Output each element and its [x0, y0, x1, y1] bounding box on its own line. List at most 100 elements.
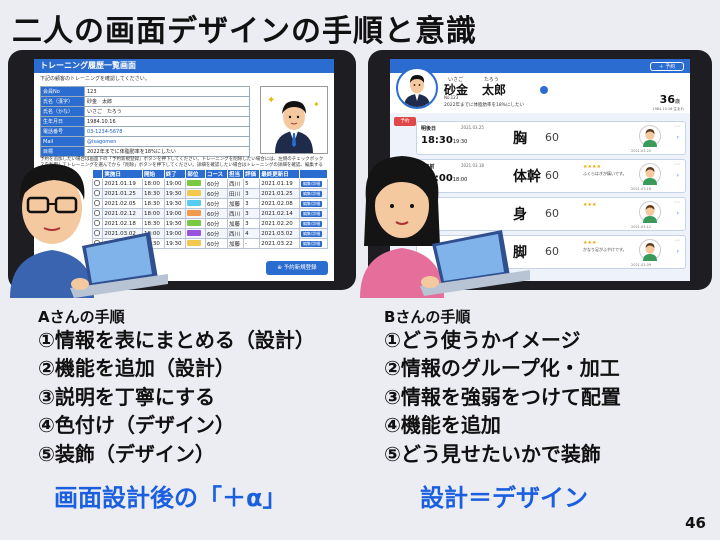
cell-updated: 2021.01.19: [259, 178, 300, 189]
cell-staff: 西川: [227, 228, 245, 239]
more-icon[interactable]: ⋯: [674, 237, 680, 244]
step-a-5: ⑤装飾（デザイン）: [38, 441, 215, 466]
more-icon[interactable]: ⋯: [674, 123, 680, 130]
cell-score: 5: [243, 178, 261, 189]
card-feedback-date: 2021.03.22: [631, 149, 652, 153]
profile-header: ＋ 予約 いさご たろう 砂金 太郎 No.123 2022年までに体脂肪率を1…: [390, 59, 690, 113]
part-color-tag: [187, 230, 202, 237]
card-minutes: 60: [545, 169, 559, 182]
cell-score: 3: [243, 208, 261, 219]
step-b-1: ①どう使うかイメージ: [384, 328, 581, 352]
card-stars: ★★★: [583, 202, 597, 208]
card-minutes: 60: [545, 131, 559, 144]
cell-part: [185, 178, 206, 189]
profile-avatar: [396, 67, 438, 109]
chevron-right-icon[interactable]: ›: [677, 134, 679, 141]
step-a-1: ①情報を表にまとめる（設計）: [38, 328, 315, 352]
edit-detail-button[interactable]: 編集/詳細: [300, 210, 323, 217]
info-key: 氏名（漢字）: [40, 96, 85, 107]
cell-course: 60分: [204, 218, 229, 229]
more-icon[interactable]: ⋯: [674, 161, 680, 168]
cell-course: 60分: [204, 208, 229, 219]
card-minutes: 60: [545, 245, 559, 258]
cell-course: 60分: [204, 178, 229, 189]
edit-detail-button[interactable]: 編集/詳細: [300, 220, 323, 227]
reserve-new-button[interactable]: ⊕ 予約新規登録: [266, 261, 328, 275]
chevron-right-icon[interactable]: ›: [677, 210, 679, 217]
step-a-2: ②機能を追加（設計）: [38, 356, 235, 381]
cell-score: 3: [243, 188, 261, 199]
edit-detail-button[interactable]: 編集/詳細: [300, 190, 323, 197]
info-row: 氏名（かな） いさご たろう: [40, 106, 250, 117]
cell-staff: 加藤: [227, 218, 245, 229]
more-icon[interactable]: ⋯: [674, 199, 680, 206]
trainer-face-icon: [639, 163, 661, 185]
member-goal: 2022年までに体脂肪率を18%にしたい: [444, 103, 524, 108]
cell-staff: 加藤: [227, 238, 245, 249]
label-b: Bさんの手順: [384, 308, 471, 326]
edit-detail-button[interactable]: 編集/詳細: [300, 240, 323, 247]
first-name: 太郎: [482, 83, 507, 97]
step-b-5: ⑤どう見せたいかで装飾: [384, 441, 601, 466]
avatar-icon: [404, 75, 430, 107]
age-unit: 歳: [674, 99, 680, 105]
step-b-4: ④機能を追加: [384, 413, 501, 438]
part-color-tag: [187, 180, 202, 187]
slide-title: 二人の画面デザインの手順と意識: [12, 14, 477, 49]
cell-staff: 加藤: [227, 198, 245, 209]
cell-course: 60分: [204, 198, 229, 209]
card-comment: かなり足がふやけです。: [583, 247, 627, 252]
card-stars: ★★★: [583, 240, 597, 246]
info-value: いさご たろう: [84, 106, 250, 117]
cell-score: -: [243, 238, 261, 249]
cell-course: 60分: [204, 238, 229, 249]
card-feedback-date: 2021.03.09: [631, 263, 652, 267]
screen-a-subtitle: 下記の顧客のトレーニングを確認してください。: [40, 76, 150, 82]
slogan-b: 設計＝デザイン: [420, 484, 588, 512]
info-value: 123: [84, 86, 250, 97]
svg-text:✦: ✦: [313, 100, 320, 109]
part-color-tag: [187, 210, 202, 217]
card-feedback-date: 2021.03.12: [631, 225, 652, 229]
part-color-tag: [187, 220, 202, 227]
info-key: 生年月日: [40, 116, 85, 127]
card-comment: ふくらはぎが痛いです。: [583, 171, 627, 176]
info-key: 会員No: [40, 86, 85, 97]
step-b-3: ③情報を強弱をつけて配置: [384, 384, 621, 409]
member-number: No.123: [444, 95, 459, 100]
svg-text:✦: ✦: [267, 95, 275, 106]
part-color-tag: [187, 190, 202, 197]
part-color-tag: [187, 240, 202, 247]
chevron-right-icon[interactable]: ›: [677, 248, 679, 255]
info-row: 会員No 123: [40, 86, 250, 97]
cell-part: [185, 228, 206, 239]
book-button[interactable]: ＋ 予約: [650, 62, 684, 71]
info-row: 生年月日 1984.10.16: [40, 116, 250, 127]
info-value: 1984.10.16: [84, 116, 250, 127]
cell-score: 3: [243, 198, 261, 209]
edit-detail-button[interactable]: 編集/詳細: [300, 200, 323, 207]
info-value: 砂金 太郎: [84, 96, 250, 107]
column-header: 最終更新日: [259, 169, 300, 179]
part-color-tag: [187, 200, 202, 207]
cell-action: 編集/詳細: [298, 228, 329, 239]
column-header: 担当: [227, 169, 245, 179]
cell-score: 3: [243, 218, 261, 229]
step-a-3: ③説明を丁寧にする: [38, 384, 216, 409]
cell-action: 編集/詳細: [298, 198, 329, 209]
cell-action: 編集/詳細: [298, 218, 329, 229]
cell-action: 編集/詳細: [298, 238, 329, 249]
trainer-face-icon: [639, 125, 661, 147]
edit-detail-button[interactable]: 編集/詳細: [300, 230, 323, 237]
cell-updated: 2021.02.20: [259, 218, 300, 229]
chevron-right-icon[interactable]: ›: [677, 172, 679, 179]
column-header: コース: [204, 169, 229, 179]
edit-detail-button[interactable]: 編集/詳細: [300, 180, 323, 187]
edit-icon[interactable]: [540, 86, 548, 94]
column-header: 部位: [185, 169, 206, 179]
cell-action: 編集/詳細: [298, 188, 329, 199]
person-b-illustration: [360, 156, 530, 298]
cell-part: [185, 188, 206, 199]
step-b-2: ②情報のグループ化・加工: [384, 356, 620, 381]
cell-staff: 西川: [227, 178, 245, 189]
